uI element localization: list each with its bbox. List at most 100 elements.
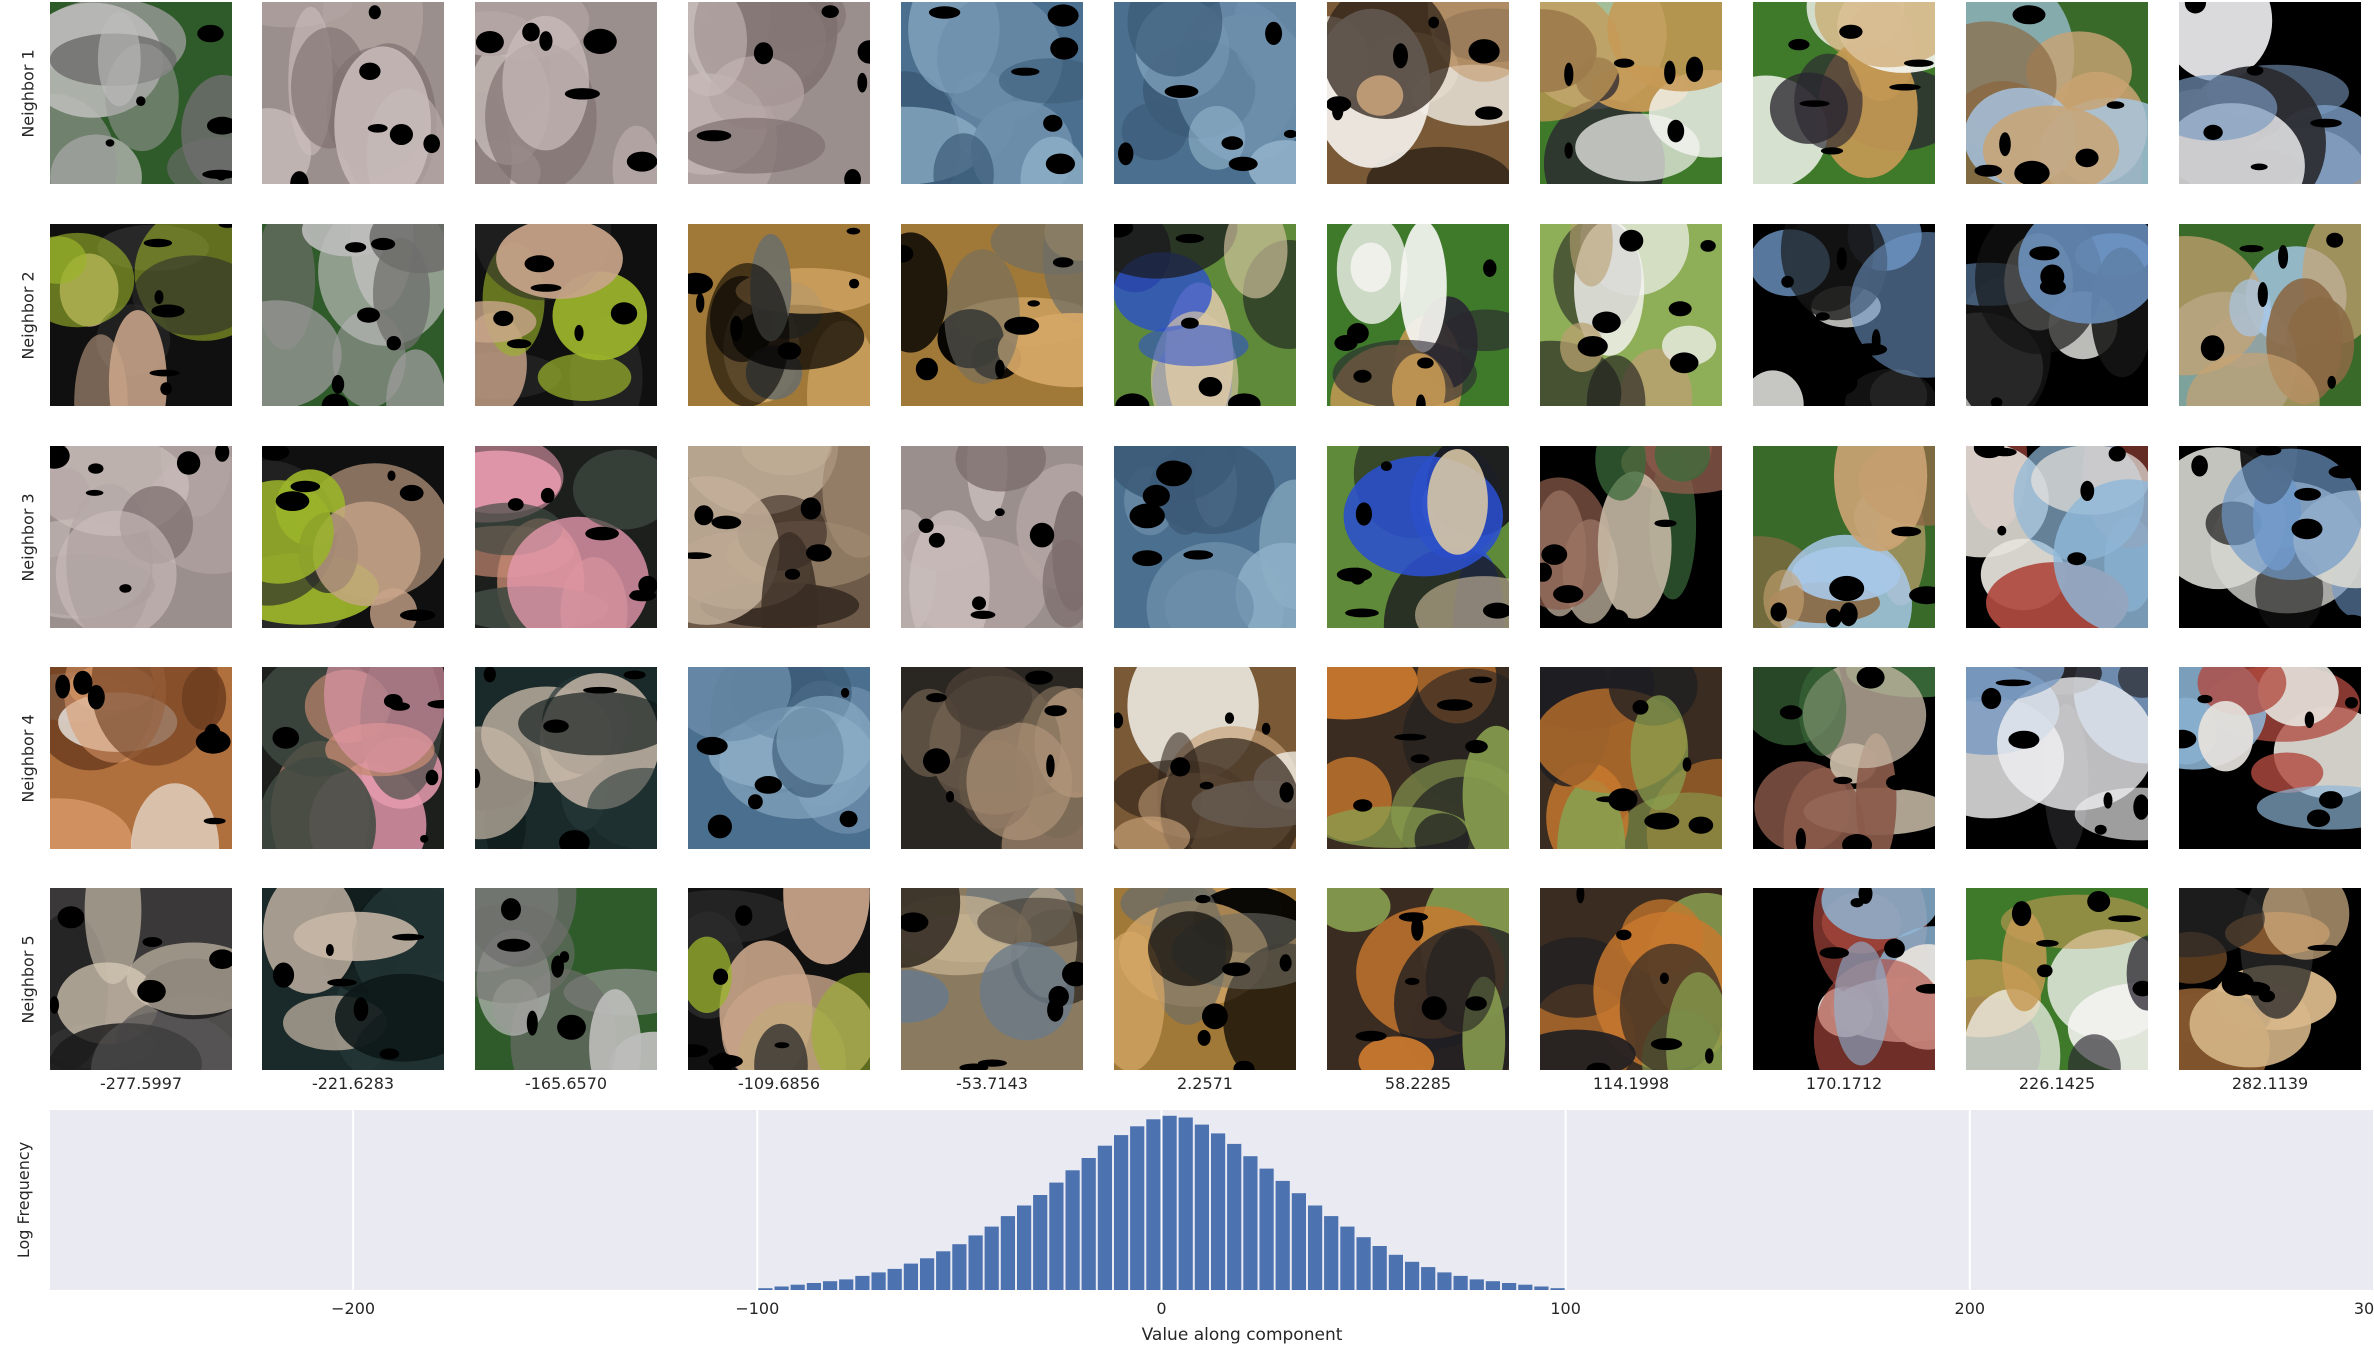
neighbor-image-blurred-texture <box>50 446 232 628</box>
neighbor-image-black-dog-arch <box>1966 224 2148 406</box>
histogram-bar <box>1405 1261 1420 1290</box>
neighbor-image-keyboard <box>50 888 232 1070</box>
column-value-label: 226.1425 <box>2018 1074 2096 1093</box>
neighbor-image-black-dog-arch <box>2179 446 2361 628</box>
neighbor-image-llama <box>2179 2 2361 184</box>
column-value-label: 170.1712 <box>1805 1074 1883 1093</box>
histogram-bar <box>1259 1168 1274 1290</box>
row-label-text: Neighbor 5 <box>18 934 38 1024</box>
histogram-bar <box>1017 1205 1032 1290</box>
histogram-bar <box>1550 1288 1565 1290</box>
column-value-label: 58.2285 <box>1384 1074 1452 1093</box>
neighbor-image-puppy-closeup <box>1327 2 1509 184</box>
neighbor-image-blurred-texture <box>688 2 870 184</box>
histogram-bar <box>1130 1126 1145 1290</box>
histogram-bar <box>1275 1180 1290 1290</box>
neighbor-image-dog-group <box>1540 888 1722 1070</box>
neighbor-image-llama <box>1966 667 2148 849</box>
neighbor-image-water <box>1114 446 1296 628</box>
neighbor-image-apron <box>262 224 444 406</box>
neighbor-image-black-tshirt <box>475 224 657 406</box>
neighbor-image-dogs-grass <box>1327 224 1509 406</box>
neighbor-image-black-tshirt <box>50 224 232 406</box>
neighbor-image-dogs-field <box>1540 224 1722 406</box>
neighbor-image-church-building <box>1753 446 1935 628</box>
x-tick-label: 30 <box>2354 1299 2374 1318</box>
histogram-bar <box>1194 1124 1209 1290</box>
row-label: Neighbor 5 <box>8 888 48 1070</box>
x-tick-label: 0 <box>1156 1299 1166 1318</box>
neighbor-image-dark-cloth <box>262 888 444 1070</box>
x-tick-label: 200 <box>1955 1299 1986 1318</box>
histogram-bar <box>1178 1117 1193 1290</box>
histogram-bar <box>1437 1272 1452 1290</box>
column-value-label: -277.5997 <box>99 1074 183 1093</box>
histogram-bar <box>968 1235 983 1290</box>
histogram-bar <box>1421 1267 1436 1290</box>
neighbor-image-dogs-playing <box>1327 446 1509 628</box>
histogram-bar <box>1388 1254 1403 1290</box>
column-value-label: 114.1998 <box>1592 1074 1670 1093</box>
neighbor-image-leather-skirt <box>262 667 444 849</box>
histogram-bar <box>920 1258 935 1290</box>
row-label-text: Neighbor 2 <box>18 270 38 360</box>
neighbor-image-dog-group <box>1540 667 1722 849</box>
neighbor-image-black-dog-arch <box>1753 224 1935 406</box>
histogram-bar <box>1340 1226 1355 1290</box>
histogram-bar <box>1534 1286 1549 1290</box>
histogram-bar <box>1502 1283 1517 1290</box>
neighbor-image-puppy-closeup <box>1114 667 1296 849</box>
histogram-bar <box>790 1284 805 1290</box>
histogram-bar <box>1000 1216 1015 1290</box>
row-label-text: Neighbor 4 <box>18 713 38 803</box>
histogram-bar <box>1211 1133 1226 1290</box>
neighbor-image-dog-group <box>1327 667 1509 849</box>
row-label: Neighbor 2 <box>8 224 48 406</box>
neighbor-image-dog-fur <box>901 667 1083 849</box>
neighbor-image-water <box>1114 2 1296 184</box>
column-value-label: -221.6283 <box>311 1074 395 1093</box>
column-value-label: -165.6570 <box>524 1074 608 1093</box>
neighbor-image-blurred-texture <box>262 2 444 184</box>
histogram-bar <box>1372 1246 1387 1290</box>
histogram-bar <box>1453 1275 1468 1290</box>
histogram-bar <box>936 1251 951 1290</box>
neighbor-image-water <box>688 667 870 849</box>
neighbor-image-white-building <box>1966 446 2148 628</box>
histogram-bar <box>1324 1216 1339 1290</box>
row-label: Neighbor 3 <box>8 446 48 628</box>
y-axis-label: Log Frequency <box>14 1142 33 1258</box>
neighbor-image-bare-torso <box>50 667 232 849</box>
histogram-bar <box>1049 1182 1064 1290</box>
x-axis-label: Value along component <box>1142 1325 1343 1345</box>
neighbor-image-golden-puppy <box>901 224 1083 406</box>
neighbor-image-dogs-playing <box>1114 224 1296 406</box>
histogram-bar <box>1162 1115 1177 1290</box>
neighbor-image-black-tshirt <box>262 446 444 628</box>
column-value-label: 2.2571 <box>1177 1074 1233 1093</box>
histogram-bar <box>1518 1284 1533 1290</box>
histogram-bar <box>1485 1281 1500 1290</box>
neighbor-image-dogs-grass <box>1966 888 2148 1070</box>
neighbor-image-dog-group <box>1327 888 1509 1070</box>
histogram-bar <box>806 1283 821 1290</box>
x-tick-label: 100 <box>1550 1299 1581 1318</box>
neighbor-image-white-building <box>2179 667 2361 849</box>
column-value-label: -109.6856 <box>737 1074 821 1093</box>
column-value-label: 282.1139 <box>2231 1074 2309 1093</box>
histogram-bar <box>774 1286 789 1290</box>
x-tick-label: −200 <box>331 1299 375 1318</box>
histogram-chart: −200 −100 0 100 200 30 Value along component … <box>14 1110 2374 1345</box>
histogram-bar <box>1146 1119 1161 1290</box>
histogram-bar <box>1291 1193 1306 1290</box>
neighbor-image-snake <box>688 446 870 628</box>
neighbor-image-blurred-texture <box>475 2 657 184</box>
histogram-bar <box>887 1268 902 1290</box>
neighbor-image-apron <box>50 2 232 184</box>
histogram-bar <box>871 1272 886 1290</box>
histogram-bar <box>952 1244 967 1290</box>
histogram-bar <box>823 1281 838 1290</box>
histogram-bar <box>1033 1195 1048 1290</box>
neighbor-image-water <box>901 2 1083 184</box>
neighbor-image-church-building <box>1966 2 2148 184</box>
